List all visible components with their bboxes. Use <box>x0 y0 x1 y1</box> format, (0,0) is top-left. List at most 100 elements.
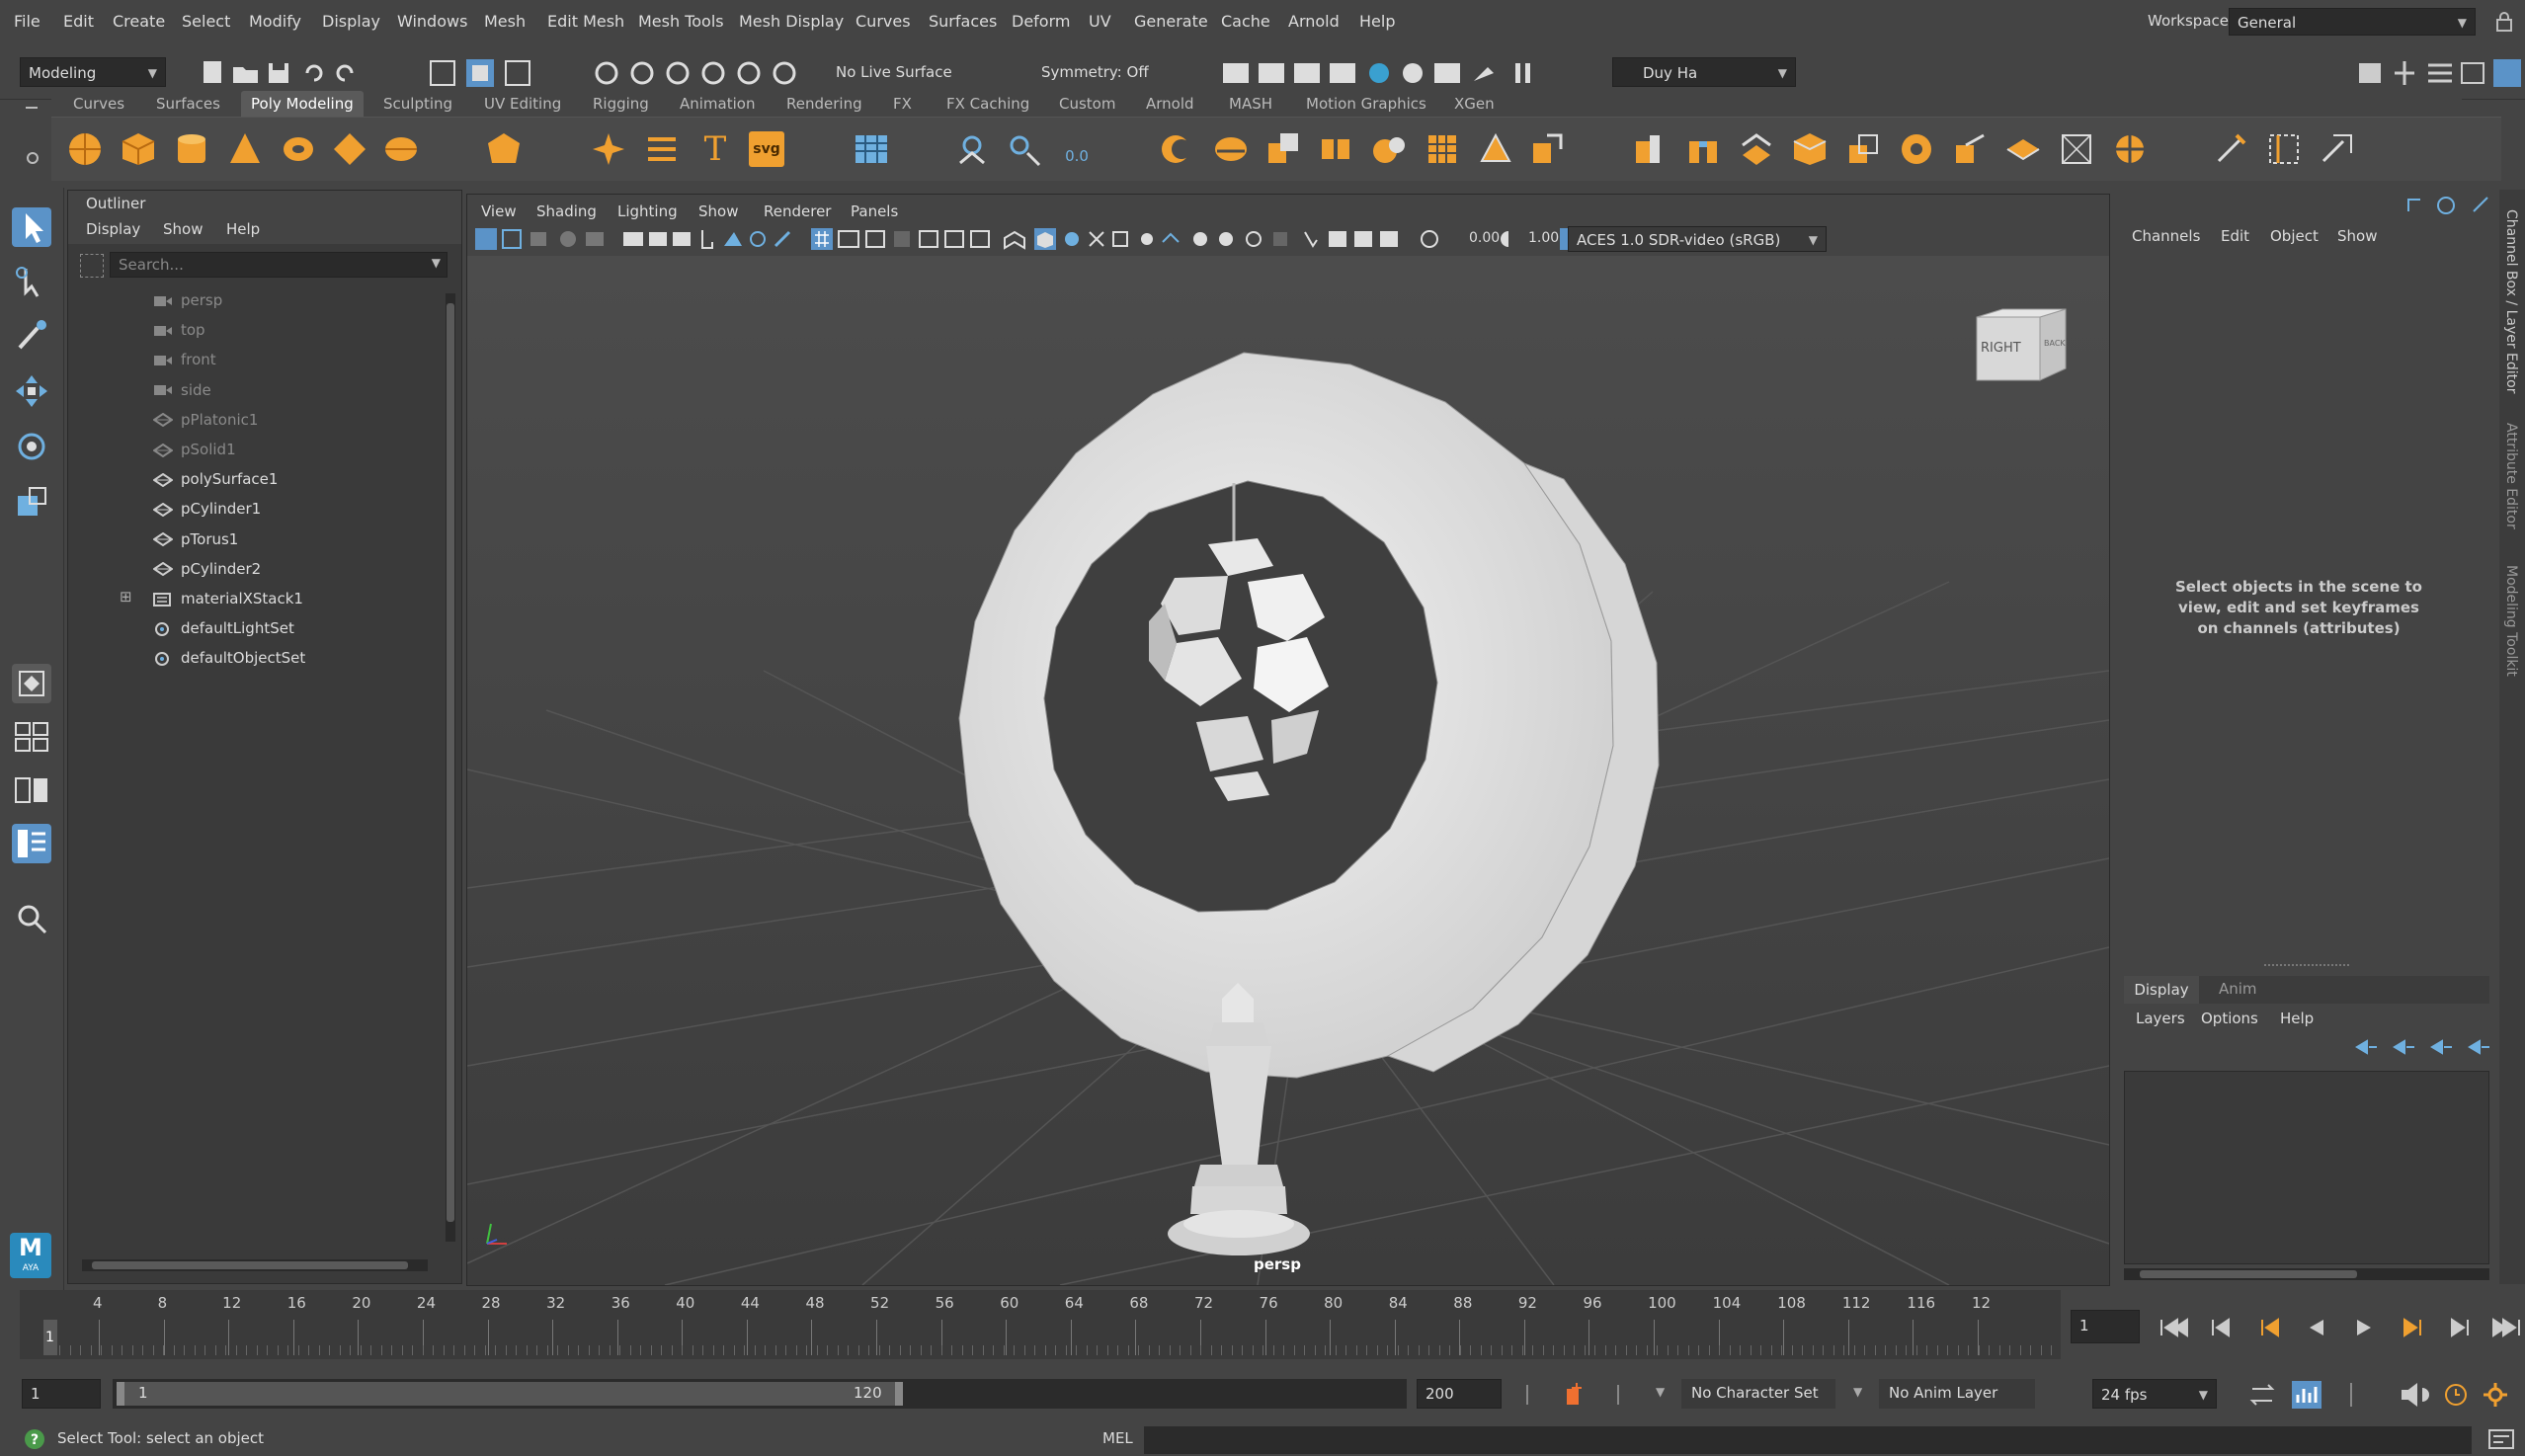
mode-dropdown[interactable]: Modeling ▼ <box>20 57 166 87</box>
menu-file[interactable]: File <box>14 12 41 31</box>
layers-menu-layers[interactable]: Layers <box>2136 1010 2185 1027</box>
poly-torus-icon[interactable] <box>281 131 316 167</box>
side-tab-attribute-editor[interactable]: Attribute Editor <box>2503 423 2519 529</box>
expand-icon[interactable]: ⊞ <box>120 588 132 606</box>
range-slider-track[interactable]: 1 120 <box>113 1379 1407 1409</box>
channels-menu-edit[interactable]: Edit <box>2221 227 2249 245</box>
menu-edit[interactable]: Edit <box>63 12 94 31</box>
poke-icon[interactable] <box>2059 131 2094 167</box>
outliner-item[interactable]: pCylinder1 <box>152 500 261 518</box>
outliner-menu-help[interactable]: Help <box>226 220 260 238</box>
layers-menu-options[interactable]: Options <box>2201 1010 2258 1027</box>
paint-select-tool[interactable] <box>12 316 51 356</box>
offset-edge-loop-icon[interactable] <box>2320 131 2355 167</box>
outliner-item[interactable]: ⊞ materialXStack1 <box>120 588 303 607</box>
exposure-value[interactable]: 0.00 <box>1469 230 1500 246</box>
super-shape-icon[interactable] <box>591 131 626 167</box>
two-view-layout[interactable] <box>12 770 51 810</box>
viewport-menu-show[interactable]: Show <box>698 202 738 220</box>
scene-end-field[interactable]: 200 <box>1417 1379 1502 1409</box>
menu-surfaces[interactable]: Surfaces <box>929 12 997 31</box>
outliner-item[interactable]: polySurface1 <box>152 470 278 488</box>
rotate-tool[interactable] <box>12 427 51 466</box>
circularize-icon[interactable] <box>2112 131 2148 167</box>
lock-icon[interactable] <box>2495 12 2513 32</box>
sweep-mesh-icon[interactable] <box>644 131 680 167</box>
poly-plane-icon[interactable] <box>332 131 367 167</box>
viewport-menu-renderer[interactable]: Renderer <box>764 202 831 220</box>
workspace-dropdown[interactable]: General ▼ <box>2229 8 2476 36</box>
channels-menu-show[interactable]: Show <box>2337 227 2377 245</box>
lasso-tool[interactable] <box>12 263 51 302</box>
fps-dropdown[interactable]: 24 fps ▼ <box>2092 1379 2217 1409</box>
smooth-icon[interactable] <box>1371 131 1407 167</box>
range-slider-left-handle[interactable] <box>117 1382 124 1406</box>
channels-menu-channels[interactable]: Channels <box>2132 227 2200 245</box>
shelf-tab-animation[interactable]: Animation <box>680 95 755 113</box>
playback-option-icons[interactable] <box>2244 1379 2521 1411</box>
outliner-item[interactable]: side <box>153 381 211 399</box>
time-slider[interactable]: 4 8 12 16 20 24 28 32 36 40 44 48 52 56 60 64 68 72 76 80 84… <box>20 1290 2061 1359</box>
panel-splitter[interactable] <box>2264 964 2349 970</box>
outliner-item[interactable]: defaultObjectSet <box>153 649 305 667</box>
outliner-layout[interactable] <box>12 824 51 863</box>
target-weld-icon[interactable] <box>1899 131 1934 167</box>
anim-layer-dropdown[interactable]: No Anim Layer <box>1879 1379 2035 1409</box>
menu-uv[interactable]: UV <box>1089 12 1111 31</box>
menu-mesh-display[interactable]: Mesh Display <box>739 12 844 31</box>
live-surface-label[interactable]: No Live Surface <box>836 63 952 81</box>
shelf-tab-custom[interactable]: Custom <box>1059 95 1115 113</box>
outliner-menu-show[interactable]: Show <box>163 220 203 238</box>
bridge-icon[interactable] <box>1685 131 1721 167</box>
shelf-tab-rigging[interactable]: Rigging <box>593 95 649 113</box>
svg-tool-icon[interactable]: svg <box>749 131 784 167</box>
mirror-icon[interactable] <box>954 131 990 167</box>
selection-mask-icons[interactable] <box>427 57 535 89</box>
text-tool-icon[interactable]: T <box>697 131 733 167</box>
shelf-tab-sculpting[interactable]: Sculpting <box>383 95 452 113</box>
symmetry-dropdown[interactable]: Symmetry: Off <box>1041 63 1149 81</box>
menu-windows[interactable]: Windows <box>397 12 467 31</box>
remesh-icon[interactable] <box>1478 131 1513 167</box>
snap-icons[interactable] <box>591 57 818 89</box>
mel-command-input[interactable] <box>1144 1426 2472 1454</box>
viewport-menu-lighting[interactable]: Lighting <box>617 202 678 220</box>
shelf-tab-motion-graphics[interactable]: Motion Graphics <box>1306 95 1426 113</box>
shelf-tab-surfaces[interactable]: Surfaces <box>156 95 220 113</box>
scene-start-field[interactable]: 1 <box>22 1379 101 1409</box>
user-account-dropdown[interactable]: Duy Ha ▼ <box>1612 57 1796 87</box>
menu-select[interactable]: Select <box>182 12 230 31</box>
search-tool[interactable] <box>12 899 51 938</box>
outliner-filter-icon[interactable] <box>80 254 104 278</box>
scale-tool[interactable] <box>12 482 51 522</box>
viewport-menu-view[interactable]: View <box>481 202 517 220</box>
outliner-item[interactable]: top <box>153 321 205 339</box>
menu-arnold[interactable]: Arnold <box>1288 12 1340 31</box>
viewport-menu-shading[interactable]: Shading <box>536 202 597 220</box>
outliner-item[interactable]: pCylinder2 <box>152 560 261 578</box>
menu-generate[interactable]: Generate <box>1134 12 1208 31</box>
outliner-item[interactable]: persp <box>153 291 222 309</box>
outliner-hscroll-thumb[interactable] <box>92 1261 408 1269</box>
view-cube[interactable]: RIGHT BACK <box>1975 305 2068 384</box>
outliner-search-input[interactable]: Search... ▼ <box>110 252 448 278</box>
type-grid-icon[interactable] <box>854 131 889 167</box>
menu-create[interactable]: Create <box>113 12 165 31</box>
shelf-tab-rendering[interactable]: Rendering <box>786 95 862 113</box>
combine-icon[interactable] <box>1160 131 1195 167</box>
menu-modify[interactable]: Modify <box>249 12 301 31</box>
shelf-tab-arnold[interactable]: Arnold <box>1146 95 1194 113</box>
shelf-tab-poly-modeling[interactable]: Poly Modeling <box>241 91 364 117</box>
mel-label[interactable]: MEL <box>1102 1429 1133 1447</box>
retopo-icon[interactable] <box>1529 131 1565 167</box>
insert-edge-loop-icon[interactable] <box>2266 131 2302 167</box>
range-slider-bar[interactable] <box>117 1382 903 1406</box>
script-editor-icon[interactable] <box>2487 1428 2515 1450</box>
side-tab-modeling-toolkit[interactable]: Modeling Toolkit <box>2503 565 2519 677</box>
extrude-icon[interactable] <box>1630 131 1666 167</box>
shelf-options[interactable] <box>20 95 47 174</box>
file-ops-icons[interactable] <box>194 59 401 87</box>
poly-cone-icon[interactable] <box>227 131 263 167</box>
color-space-dropdown[interactable]: ACES 1.0 SDR-video (sRGB) ▼ <box>1568 226 1827 252</box>
menu-deform[interactable]: Deform <box>1012 12 1070 31</box>
